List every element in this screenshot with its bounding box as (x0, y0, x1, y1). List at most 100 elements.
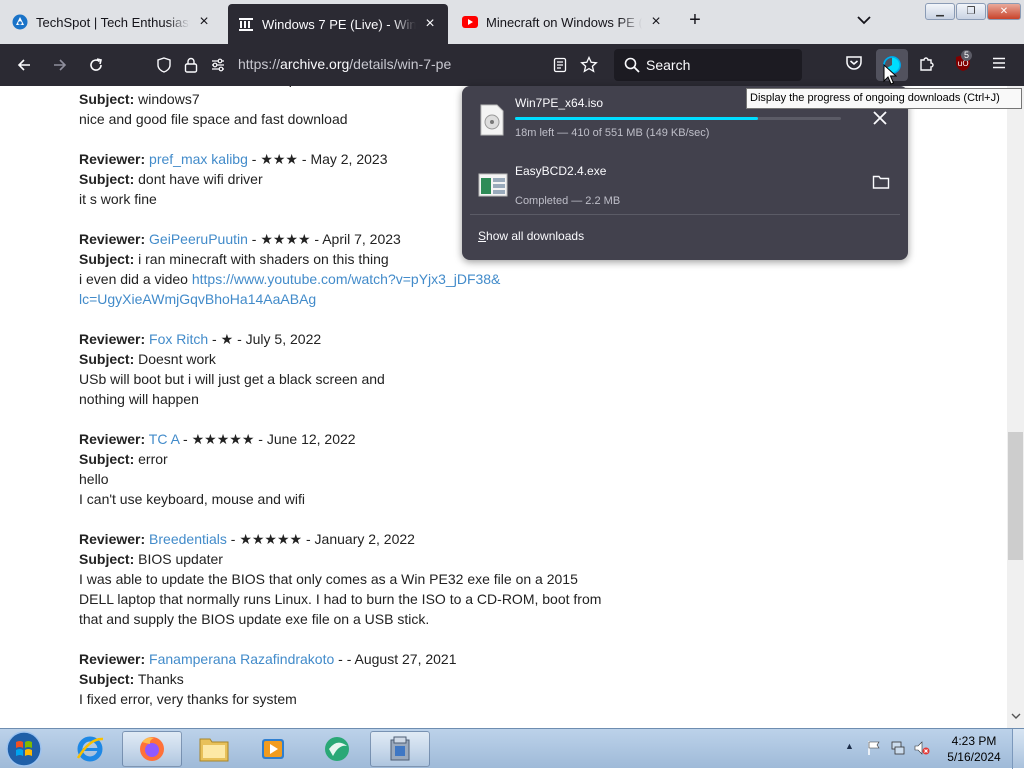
download-status: Completed — 2.2 MB (515, 195, 621, 207)
youtube-video-link-cont[interactable]: lc=UgyXieAWmjGqvBhoHa14AaABAg (79, 291, 316, 307)
taskbar-app-running[interactable] (370, 731, 430, 767)
taskbar-internet-explorer[interactable] (60, 731, 120, 767)
reviewer-link[interactable]: TC A (149, 431, 179, 447)
tab-win7pe[interactable]: Windows 7 PE (Live) - Win7PE × (228, 4, 448, 44)
close-window-button[interactable]: ✕ (987, 3, 1021, 20)
reviewer-label: Reviewer: (79, 151, 146, 167)
downloads-tooltip: Display the progress of ongoing download… (746, 88, 1022, 109)
review-item: Reviewer: TC A - ★★★★★ - June 12, 2022 S… (79, 429, 679, 509)
search-placeholder: Search (646, 57, 691, 73)
page-scrollbar[interactable] (1007, 86, 1024, 728)
subject-label: Subject: (79, 551, 135, 567)
taskbar-file-explorer[interactable] (184, 731, 244, 767)
close-tab-icon[interactable]: × (422, 16, 438, 32)
review-body: nothing will happen (79, 391, 199, 407)
pocket-icon[interactable] (845, 54, 863, 77)
url-bar[interactable]: https://archive.org/details/win-7-pe (146, 49, 606, 81)
new-tab-button[interactable]: + (684, 10, 706, 32)
review-subject: i ran minecraft with shaders on this thi… (138, 251, 389, 267)
review-body: I was able to update the BIOS that only … (79, 571, 578, 587)
reload-icon[interactable] (84, 53, 108, 77)
tab-techspot[interactable]: TechSpot | Tech Enthusiasts, Po × (2, 4, 222, 40)
subject-label: Subject: (79, 671, 135, 687)
review-body: I can't use keyboard, mouse and wifi (79, 491, 306, 507)
extensions-puzzle-icon[interactable] (918, 54, 936, 77)
download-filename: EasyBCD2.4.exe (515, 164, 607, 178)
review-body: i even did a video https://www.youtube.c… (79, 269, 679, 289)
taskbar-media-player[interactable] (243, 731, 303, 767)
start-button[interactable] (4, 730, 44, 768)
taskbar-app[interactable] (307, 731, 367, 767)
clock-date: 5/16/2024 (947, 750, 1001, 764)
scroll-down-arrow-icon[interactable] (1007, 712, 1024, 728)
review-header: Reviewer: Fox Ritch - ★ - July 5, 2022 (79, 331, 322, 347)
hamburger-menu-icon[interactable] (990, 54, 1008, 77)
reviewer-link[interactable]: Ahdaee (148, 86, 196, 87)
show-hidden-icons-button[interactable]: ▲ (845, 741, 854, 751)
subject-label: Subject: (79, 451, 135, 467)
reviewer-link[interactable]: Breedentials (149, 531, 227, 547)
review-item: Reviewer: Fanamperana Razafindrakoto - -… (79, 649, 679, 709)
internet-explorer-icon (76, 736, 104, 762)
permissions-icon[interactable] (210, 57, 226, 78)
url-prefix: https:// (238, 56, 281, 72)
lock-icon[interactable] (184, 57, 198, 78)
restore-window-button[interactable]: ❐ (956, 3, 986, 20)
cancel-download-icon[interactable] (870, 108, 890, 128)
tab-strip: TechSpot | Tech Enthusiasts, Po × Window… (0, 0, 1024, 44)
reviewer-label: Reviewer: (79, 86, 145, 87)
download-status: 18m left — 410 of 551 MB (149 KB/sec) (515, 127, 710, 139)
review-body: USb will boot but i will just get a blac… (79, 371, 385, 387)
tab-minecraft[interactable]: Minecraft on Windows PE (Live × (452, 4, 674, 40)
show-all-label: how all downloads (486, 229, 585, 243)
windows-logo-icon (6, 731, 42, 767)
close-tab-icon[interactable]: × (196, 14, 212, 30)
network-icon[interactable] (890, 740, 906, 756)
forward-icon[interactable] (48, 53, 72, 77)
folder-icon (199, 738, 229, 762)
review-stars: ★★★ (260, 151, 298, 167)
reviewer-link[interactable]: Fanamperana Razafindrakoto (149, 651, 334, 667)
reviewer-label: Reviewer: (79, 651, 146, 667)
system-clock[interactable]: 4:23 PM 5/16/2024 (940, 733, 1008, 765)
review-date: July 5, 2022 (245, 331, 322, 347)
tracking-protection-shield-icon[interactable] (156, 57, 172, 78)
volume-muted-icon[interactable] (914, 740, 930, 756)
tab-title: Windows 7 PE (Live) - Win7PE (262, 16, 416, 32)
minimize-window-button[interactable]: ▁ (925, 3, 955, 20)
close-tab-icon[interactable]: × (648, 14, 664, 30)
review-subject: dont have wifi driver (138, 171, 263, 187)
exe-file-icon (478, 172, 508, 204)
search-bar[interactable]: Search (614, 49, 802, 81)
firefox-icon (140, 737, 164, 761)
download-progress-bar (515, 117, 841, 120)
show-in-folder-icon[interactable] (872, 174, 892, 194)
scrollbar-thumb[interactable] (1008, 432, 1023, 560)
review-stars: ★★★★ (260, 231, 311, 247)
review-subject: BIOS updater (138, 551, 223, 567)
back-icon[interactable] (12, 53, 36, 77)
download-progress-fill (515, 117, 758, 120)
reviewer-link[interactable]: Fox Ritch (149, 331, 208, 347)
download-item[interactable]: EasyBCD2.4.exe Completed — 2.2 MB (470, 158, 900, 220)
ublock-blocked-count-badge: 5 (961, 50, 973, 61)
reader-view-icon[interactable] (552, 57, 568, 78)
review-subject: error (138, 451, 168, 467)
reviewer-link[interactable]: GeiPeeruPuutin (149, 231, 248, 247)
list-all-tabs-icon[interactable] (854, 12, 874, 32)
reviewer-label: Reviewer: (79, 531, 146, 547)
url-text[interactable]: https://archive.org/details/win-7-pe (238, 56, 451, 72)
bookmark-star-icon[interactable] (580, 55, 598, 79)
taskbar-firefox[interactable] (122, 731, 182, 767)
youtube-icon (462, 14, 478, 30)
review-header: Reviewer: Fanamperana Razafindrakoto - -… (79, 651, 457, 667)
review-stars: ★★★★★ (239, 531, 303, 547)
divider (470, 214, 900, 215)
reviewer-link[interactable]: pref_max kalibg (149, 151, 248, 167)
youtube-video-link[interactable]: https://www.youtube.com/watch?v=pYjx3_jD… (192, 271, 501, 287)
show-all-downloads-button[interactable]: Show all downloads (478, 229, 584, 243)
show-desktop-button[interactable] (1012, 729, 1024, 769)
action-center-flag-icon[interactable] (866, 740, 882, 756)
mouse-cursor-icon (883, 64, 897, 85)
reviewer-label: Reviewer: (79, 331, 146, 347)
